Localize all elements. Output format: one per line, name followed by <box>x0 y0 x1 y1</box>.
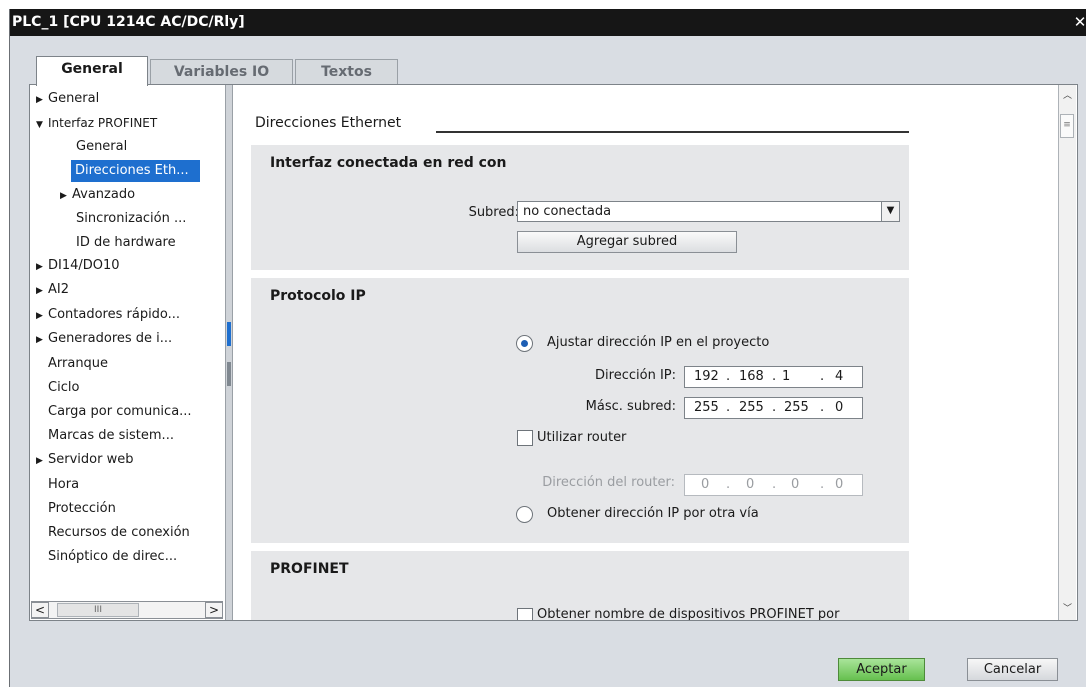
profinet-device-name-label: Obtener nombre de dispositivos PROFINET … <box>537 607 840 620</box>
expand-arrow-icon[interactable]: ▶ <box>36 305 48 327</box>
network-group: Interfaz conectada en red con Subred: no… <box>251 145 909 270</box>
expand-arrow-icon[interactable]: ▶ <box>36 329 48 351</box>
ip-address-field[interactable]: 192 . 168 . 1 . 4 <box>684 366 863 388</box>
profinet-device-name-checkbox[interactable] <box>517 608 533 620</box>
router-address-label: Dirección del router: <box>542 475 675 490</box>
tree-item-profinet-interface[interactable]: ▼ Interfaz PROFINET <box>36 112 157 134</box>
other-ip-option-label: Obtener dirección IP por otra vía <box>547 506 759 521</box>
scroll-right-icon[interactable]: > <box>205 602 223 618</box>
tree-item-cycle[interactable]: Ciclo <box>48 377 79 399</box>
set-ip-radio[interactable] <box>516 335 533 352</box>
ip-address-label: Dirección IP: <box>595 368 676 383</box>
expand-arrow-icon[interactable]: ▶ <box>36 89 48 111</box>
properties-window: PLC_1 [CPU 1214C AC/DC/Rly] ✕ General Va… <box>9 9 1086 687</box>
tab-general[interactable]: General <box>36 56 148 86</box>
splitter-expand-grip[interactable] <box>227 362 231 386</box>
tree-item-fast-counters[interactable]: ▶ Contadores rápido... <box>36 304 180 326</box>
navigation-tree: ▶ General ▼ Interfaz PROFINET General Dire… <box>30 85 225 620</box>
use-router-label: Utilizar router <box>537 430 627 445</box>
tree-item-connection-resources[interactable]: Recursos de conexión <box>48 522 190 544</box>
tree-item-communication-load[interactable]: Carga por comunica... <box>48 401 192 423</box>
set-ip-option-label: Ajustar dirección IP en el proyecto <box>547 335 770 350</box>
subnet-dropdown[interactable]: no conectada ▼ <box>517 201 900 222</box>
tree-item-startup[interactable]: Arranque <box>48 353 108 375</box>
tree-item-di14-do10[interactable]: ▶ DI14/DO10 <box>36 255 120 277</box>
tree-item-advanced[interactable]: ▶ Avanzado <box>60 184 135 206</box>
tab-textos[interactable]: Textos <box>295 59 398 85</box>
tab-variables-io[interactable]: Variables IO <box>150 59 293 85</box>
splitter-collapse-grip[interactable] <box>227 322 231 346</box>
content-frame: ▶ General ▼ Interfaz PROFINET General Dire… <box>29 84 1078 621</box>
tree-item-profinet-general[interactable]: General <box>76 136 127 158</box>
tree-item-system-markers[interactable]: Marcas de sistem... <box>48 425 174 447</box>
expand-arrow-icon[interactable]: ▶ <box>36 280 48 302</box>
ip-protocol-group: Protocolo IP Ajustar dirección IP en el … <box>251 278 909 543</box>
network-group-title: Interfaz conectada en red con <box>270 155 507 171</box>
scroll-up-icon[interactable]: ︿ <box>1059 88 1076 105</box>
expand-arrow-icon[interactable]: ▶ <box>36 256 48 278</box>
tree-item-address-overview[interactable]: Sinóptico de direc... <box>48 546 177 568</box>
expand-arrow-icon[interactable]: ▶ <box>36 450 48 472</box>
tree-item-pulse-generators[interactable]: ▶ Generadores de i... <box>36 328 172 350</box>
tree-item-ai2[interactable]: ▶ AI2 <box>36 279 69 301</box>
profinet-group: PROFINET Obtener nombre de dispositivos … <box>251 551 909 620</box>
tree-item-hardware-id[interactable]: ID de hardware <box>76 232 176 254</box>
ok-button[interactable]: Aceptar <box>838 658 925 681</box>
tree-item-time[interactable]: Hora <box>48 474 79 496</box>
add-subnet-button[interactable]: Agregar subred <box>517 231 737 253</box>
cancel-button[interactable]: Cancelar <box>967 658 1058 681</box>
window-titlebar[interactable]: PLC_1 [CPU 1214C AC/DC/Rly] ✕ <box>10 9 1086 36</box>
tree-item-general[interactable]: ▶ General <box>36 88 99 110</box>
other-ip-radio[interactable] <box>516 506 533 523</box>
scroll-down-icon[interactable]: ﹀ <box>1059 601 1076 618</box>
tree-item-protection[interactable]: Protección <box>48 498 116 520</box>
tree-item-ethernet-addresses[interactable]: Direcciones Eth... <box>71 160 200 182</box>
scroll-left-icon[interactable]: < <box>31 602 49 618</box>
subnet-mask-field[interactable]: 255 . 255 . 255 . 0 <box>684 397 863 419</box>
subnet-label: Subred: <box>468 205 519 220</box>
pane-splitter[interactable] <box>225 85 233 620</box>
section-title: Direcciones Ethernet <box>255 115 402 131</box>
chevron-down-icon[interactable]: ▼ <box>881 202 899 221</box>
subnet-value: no conectada <box>523 204 612 219</box>
ip-protocol-group-title: Protocolo IP <box>270 288 366 304</box>
close-icon[interactable]: ✕ <box>1073 9 1086 36</box>
window-title: PLC_1 [CPU 1214C AC/DC/Rly] <box>12 14 245 30</box>
properties-panel: Direcciones Ethernet Interfaz conectada … <box>233 85 1057 620</box>
scroll-thumb[interactable]: ≡ <box>1060 114 1074 138</box>
subnet-mask-label: Másc. subred: <box>585 399 676 414</box>
expand-arrow-icon[interactable]: ▶ <box>60 185 72 207</box>
use-router-checkbox[interactable] <box>517 430 533 446</box>
tree-item-synchronization[interactable]: Sincronización ... <box>76 208 186 230</box>
panel-vertical-scrollbar[interactable]: ︿ ≡ ﹀ <box>1058 85 1076 620</box>
scroll-thumb[interactable]: III <box>57 603 139 617</box>
tree-item-web-server[interactable]: ▶ Servidor web <box>36 449 133 471</box>
section-divider <box>436 131 909 133</box>
profinet-group-title: PROFINET <box>270 561 349 577</box>
router-address-field: 0 . 0 . 0 . 0 <box>684 474 863 496</box>
collapse-arrow-icon[interactable]: ▼ <box>36 114 48 136</box>
tree-horizontal-scrollbar[interactable]: < III > <box>31 601 223 619</box>
